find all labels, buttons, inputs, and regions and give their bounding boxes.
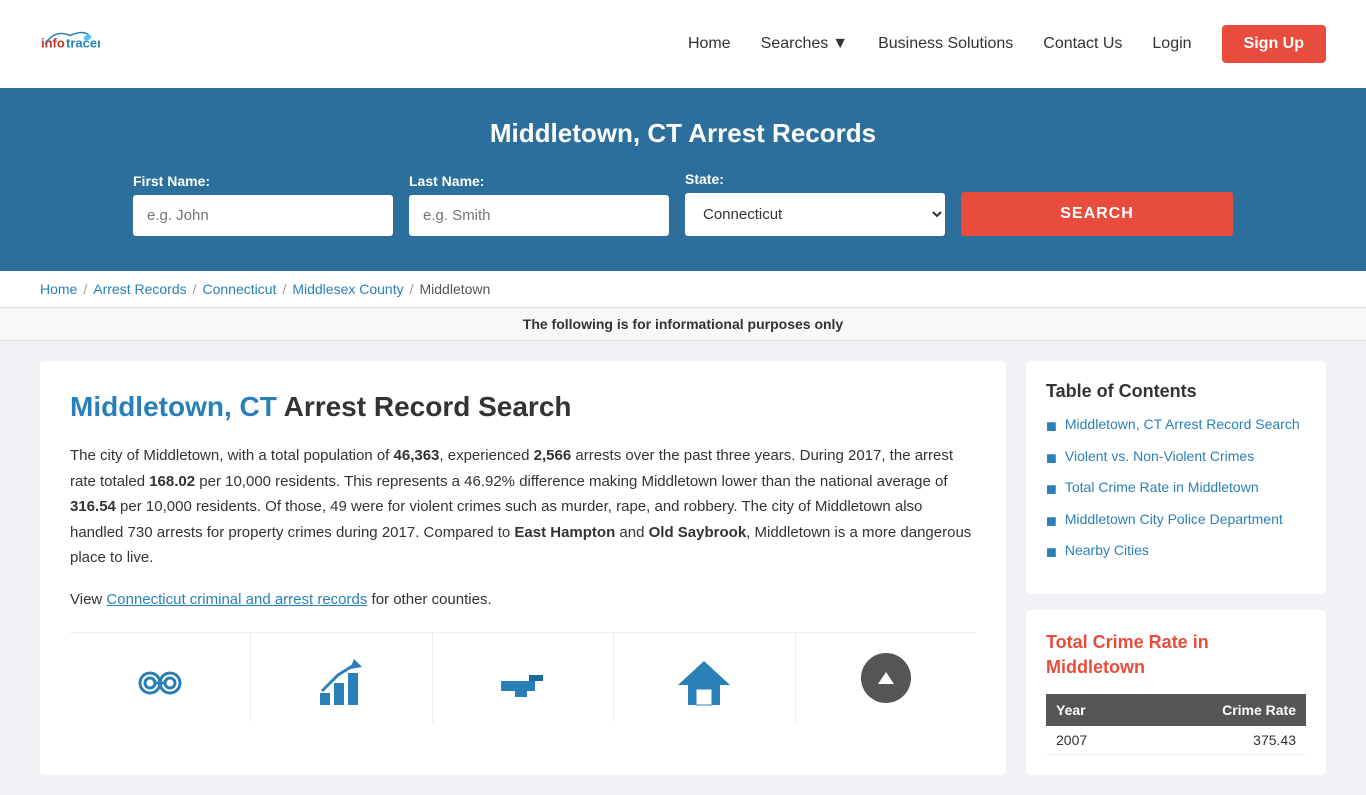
gun-icon-item (433, 633, 614, 723)
first-name-group: First Name: (133, 173, 393, 236)
article-link-para: View Connecticut criminal and arrest rec… (70, 587, 976, 613)
last-name-group: Last Name: (409, 173, 669, 236)
year-col-header: Year (1046, 694, 1138, 726)
toc-link[interactable]: Violent vs. Non-Violent Crimes (1065, 448, 1254, 464)
article-title-blue: Middletown, CT (70, 391, 277, 422)
arrests-value: 2,566 (534, 447, 572, 464)
rate-value: 168.02 (149, 473, 195, 490)
first-name-input[interactable] (133, 195, 393, 236)
crime-table-row: 2007375.43 (1046, 726, 1306, 755)
svg-text:info: info (41, 36, 65, 51)
chart-icon (312, 653, 372, 713)
population-value: 46,363 (394, 447, 440, 464)
icons-row (70, 632, 976, 723)
toc-item: ■ Nearby Cities (1046, 542, 1306, 564)
state-label: State: (685, 171, 945, 187)
breadcrumb-sep-1: / (83, 281, 87, 297)
nav-business-solutions[interactable]: Business Solutions (878, 35, 1013, 53)
crime-rate-col-header: Crime Rate (1138, 694, 1306, 726)
handcuffs-icon (130, 653, 190, 713)
state-group: State: AlabamaAlaskaArizonaArkansasCalif… (685, 171, 945, 236)
year-cell: 2007 (1046, 726, 1138, 755)
national-avg-value: 316.54 (70, 498, 116, 515)
breadcrumb: Home / Arrest Records / Connecticut / Mi… (0, 271, 1366, 308)
search-form: First Name: Last Name: State: AlabamaAla… (133, 171, 1233, 236)
crime-rate-box: Total Crime Rate in Middletown Year Crim… (1026, 610, 1326, 775)
rate-cell: 375.43 (1138, 726, 1306, 755)
toc-title: Table of Contents (1046, 381, 1306, 402)
nav: Home Searches ▼ Business Solutions Conta… (688, 25, 1326, 63)
nav-home[interactable]: Home (688, 35, 731, 53)
logo-icon: info tracer (40, 14, 100, 74)
state-select[interactable]: AlabamaAlaskaArizonaArkansasCaliforniaCo… (685, 193, 945, 236)
toc-bullet: ■ (1046, 511, 1057, 533)
nav-contact-us[interactable]: Contact Us (1043, 35, 1122, 53)
handcuffs-icon-item (70, 633, 251, 723)
search-button[interactable]: SEARCH (961, 192, 1233, 236)
scroll-top-arrow-icon (878, 672, 894, 684)
toc-bullet: ■ (1046, 416, 1057, 438)
ct-records-link[interactable]: Connecticut criminal and arrest records (106, 591, 367, 608)
breadcrumb-middlesex[interactable]: Middlesex County (292, 281, 403, 297)
toc-box: Table of Contents ■ Middletown, CT Arrest… (1026, 361, 1326, 594)
house-icon (674, 653, 734, 713)
svg-text:tracer: tracer (66, 36, 100, 51)
info-notice: The following is for informational purpo… (0, 308, 1366, 341)
article-title: Middletown, CT Arrest Record Search (70, 391, 976, 423)
article-title-rest: Arrest Record Search (277, 391, 572, 422)
hero-title: Middletown, CT Arrest Records (40, 118, 1326, 149)
toc-bullet: ■ (1046, 479, 1057, 501)
toc-item: ■ Total Crime Rate in Middletown (1046, 479, 1306, 501)
main-content: Middletown, CT Arrest Record Search The … (0, 341, 1366, 795)
toc-item: ■ Middletown, CT Arrest Record Search (1046, 416, 1306, 438)
view-text: View (70, 591, 106, 608)
header: info tracer Home Searches ▼ Business Sol… (0, 0, 1366, 88)
crime-rate-table: Year Crime Rate 2007375.43 (1046, 694, 1306, 755)
scroll-top-item[interactable] (796, 633, 976, 723)
toc-bullet: ■ (1046, 448, 1057, 470)
first-name-label: First Name: (133, 173, 393, 189)
toc-bullet: ■ (1046, 542, 1057, 564)
crime-table-body: 2007375.43 (1046, 726, 1306, 755)
signup-button[interactable]: Sign Up (1222, 25, 1326, 63)
chevron-down-icon: ▼ (832, 35, 848, 53)
breadcrumb-sep-4: / (410, 281, 414, 297)
nav-searches[interactable]: Searches ▼ (761, 35, 848, 53)
for-text: for other counties. (367, 591, 491, 608)
sidebar: Table of Contents ■ Middletown, CT Arrest… (1026, 361, 1326, 775)
house-icon-item (614, 633, 795, 723)
chart-icon-item (251, 633, 432, 723)
login-button[interactable]: Login (1152, 35, 1191, 53)
east-hampton: East Hampton (514, 524, 615, 541)
body-text-2: , experienced (439, 447, 533, 464)
breadcrumb-sep-3: / (282, 281, 286, 297)
last-name-label: Last Name: (409, 173, 669, 189)
article-body: The city of Middletown, with a total pop… (70, 443, 976, 571)
body-text-1: The city of Middletown, with a total pop… (70, 447, 394, 464)
toc-link[interactable]: Middletown City Police Department (1065, 511, 1283, 527)
body-text-6: and (615, 524, 648, 541)
toc-item: ■ Violent vs. Non-Violent Crimes (1046, 448, 1306, 470)
article: Middletown, CT Arrest Record Search The … (40, 361, 1006, 775)
toc-items: ■ Middletown, CT Arrest Record Search ■ Vio… (1046, 416, 1306, 564)
breadcrumb-arrest-records[interactable]: Arrest Records (93, 281, 186, 297)
toc-item: ■ Middletown City Police Department (1046, 511, 1306, 533)
old-saybrook: Old Saybrook (649, 524, 747, 541)
breadcrumb-home[interactable]: Home (40, 281, 77, 297)
crime-rate-title: Total Crime Rate in Middletown (1046, 630, 1306, 680)
breadcrumb-sep-2: / (193, 281, 197, 297)
gun-icon (493, 653, 553, 713)
crime-table-header-row: Year Crime Rate (1046, 694, 1306, 726)
toc-link[interactable]: Middletown, CT Arrest Record Search (1065, 416, 1300, 432)
logo[interactable]: info tracer (40, 14, 100, 74)
body-text-4: per 10,000 residents. This represents a … (195, 473, 947, 490)
breadcrumb-connecticut[interactable]: Connecticut (203, 281, 277, 297)
last-name-input[interactable] (409, 195, 669, 236)
hero-section: Middletown, CT Arrest Records First Name… (0, 88, 1366, 271)
scroll-top-button[interactable] (861, 653, 911, 703)
toc-link[interactable]: Total Crime Rate in Middletown (1065, 479, 1259, 495)
breadcrumb-middletown: Middletown (420, 281, 491, 297)
toc-link[interactable]: Nearby Cities (1065, 542, 1149, 558)
